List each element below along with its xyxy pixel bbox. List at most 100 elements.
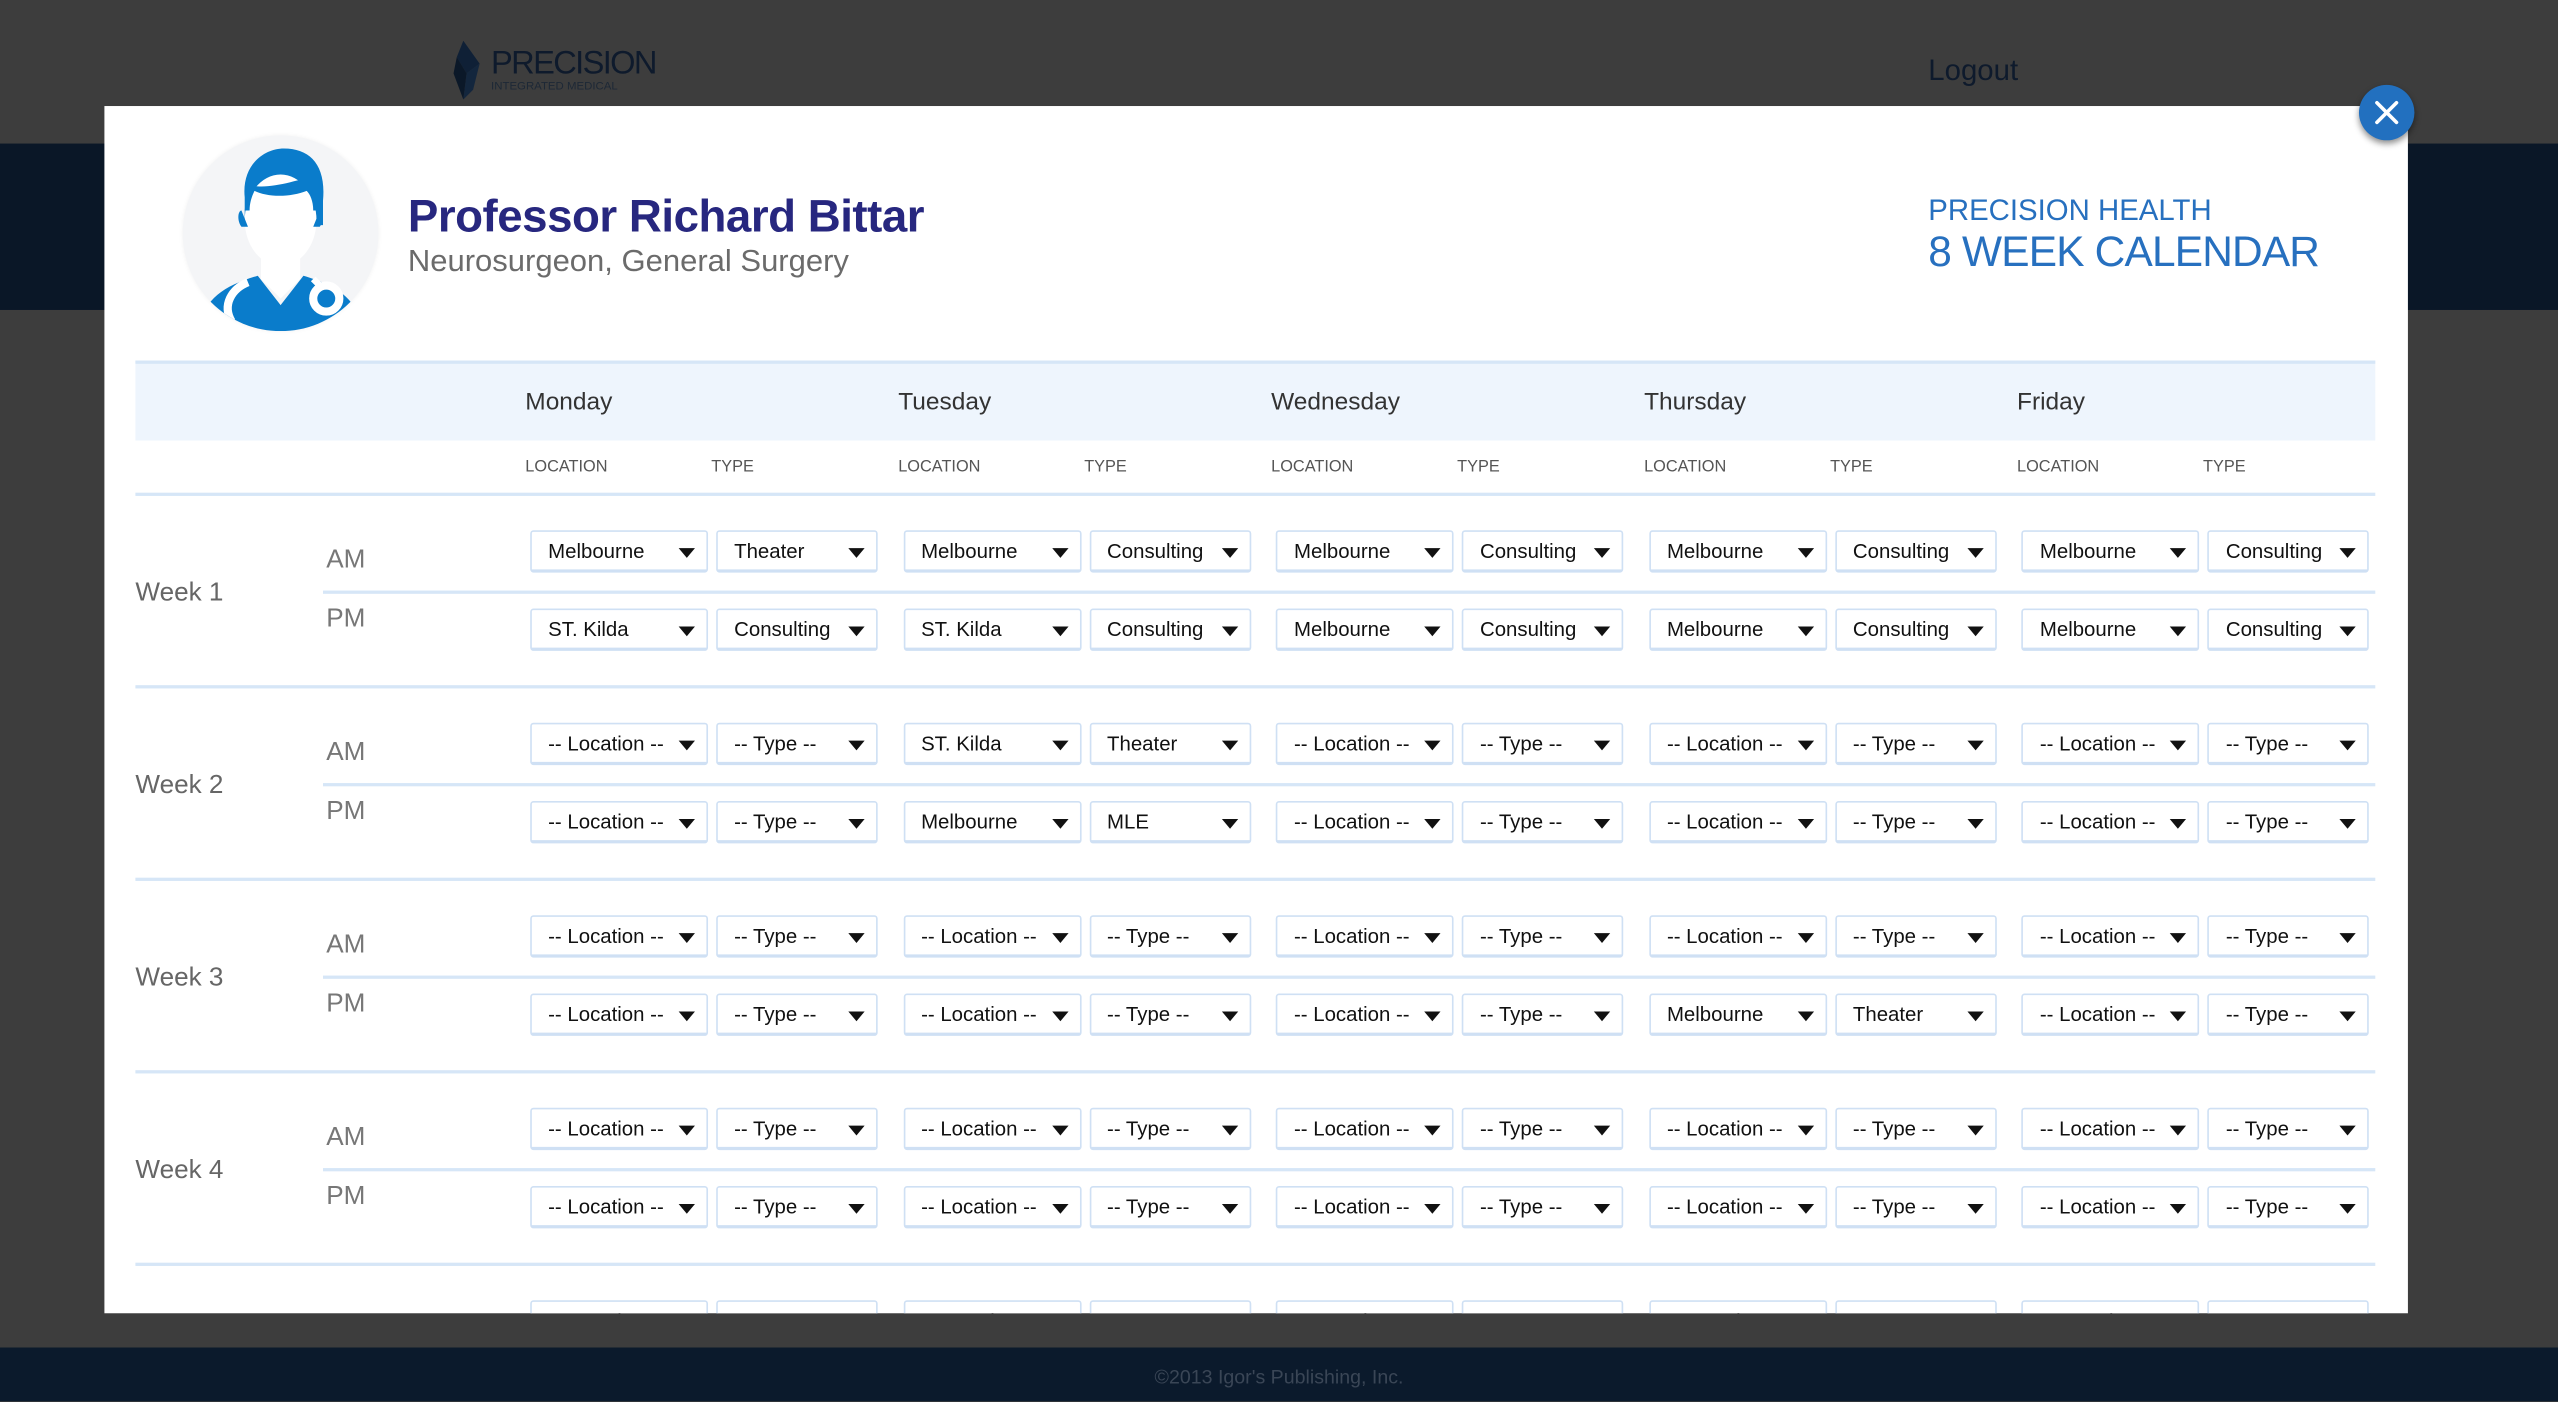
type-select[interactable]: Consulting	[1462, 530, 1624, 573]
location-select[interactable]: ST. Kilda	[530, 608, 709, 651]
location-select[interactable]: Melbourne	[530, 530, 709, 573]
type-select[interactable]: -- Type --	[1834, 1300, 1997, 1314]
location-select[interactable]: -- Location --	[1276, 1107, 1454, 1151]
caret-down-icon	[848, 818, 865, 829]
location-select[interactable]: -- Location --	[530, 915, 709, 958]
select-value: ST. Kilda	[921, 618, 1002, 642]
location-select[interactable]: -- Location --	[1648, 801, 1827, 844]
type-select[interactable]: -- Type --	[1834, 1107, 1997, 1151]
type-select[interactable]: -- Type --	[1462, 1107, 1624, 1151]
location-select[interactable]: -- Location --	[903, 1300, 1081, 1314]
location-select[interactable]: Melbourne	[1276, 530, 1454, 573]
type-select[interactable]: Consulting	[716, 608, 878, 651]
location-select[interactable]: -- Location --	[1648, 722, 1827, 766]
location-select[interactable]: -- Location --	[2021, 801, 2200, 844]
location-select[interactable]: -- Location --	[1276, 722, 1454, 766]
type-select[interactable]: Theater	[1834, 993, 1997, 1036]
location-select[interactable]: -- Location --	[1276, 1186, 1454, 1229]
location-select[interactable]: -- Location --	[2021, 1300, 2200, 1314]
caret-down-icon	[1051, 1125, 1068, 1136]
type-select[interactable]: -- Type --	[716, 801, 878, 844]
type-select[interactable]: -- Type --	[716, 1107, 878, 1151]
type-select[interactable]: -- Type --	[1834, 801, 1997, 844]
select-value: Consulting	[2225, 618, 2323, 642]
type-select[interactable]: Consulting	[1462, 608, 1624, 651]
location-select[interactable]: Melbourne	[1648, 608, 1827, 651]
close-modal-button[interactable]	[2358, 84, 2415, 141]
location-select[interactable]: -- Location --	[903, 1107, 1081, 1151]
type-select[interactable]: -- Type --	[1089, 915, 1251, 958]
type-select[interactable]: -- Type --	[1089, 1107, 1251, 1151]
location-select[interactable]: -- Location --	[1276, 915, 1454, 958]
location-select[interactable]: -- Location --	[2021, 722, 2200, 766]
type-select[interactable]: -- Type --	[1462, 915, 1624, 958]
location-select[interactable]: -- Location --	[2021, 915, 2200, 958]
type-select[interactable]: Consulting	[2207, 530, 2370, 573]
caret-down-icon	[848, 933, 865, 943]
location-select[interactable]: -- Location --	[2021, 1186, 2200, 1229]
type-select[interactable]: -- Type --	[2207, 915, 2370, 958]
select-value: Consulting	[1107, 539, 1204, 563]
location-select[interactable]: -- Location --	[530, 993, 709, 1036]
type-select[interactable]: -- Type --	[716, 1300, 878, 1314]
location-select[interactable]: -- Location --	[530, 1107, 709, 1151]
site-logo[interactable]: PRECISION INTEGRATED MEDICAL	[453, 39, 657, 101]
location-select[interactable]: -- Location --	[903, 1186, 1081, 1229]
location-select[interactable]: Melbourne	[1648, 530, 1827, 573]
location-select[interactable]: -- Location --	[2021, 1107, 2200, 1151]
location-select[interactable]: Melbourne	[1648, 993, 1827, 1036]
type-select[interactable]: -- Type --	[716, 722, 878, 766]
location-select[interactable]: -- Location --	[1276, 993, 1454, 1036]
location-select[interactable]: -- Location --	[1276, 1300, 1454, 1314]
type-select[interactable]: Consulting	[1089, 608, 1251, 651]
type-select[interactable]: -- Type --	[1462, 801, 1624, 844]
location-select[interactable]: -- Location --	[530, 722, 709, 766]
location-select[interactable]: -- Location --	[903, 993, 1081, 1036]
location-select[interactable]: -- Location --	[1648, 1186, 1827, 1229]
type-select[interactable]: Consulting	[1089, 530, 1251, 573]
type-select[interactable]: Consulting	[2207, 608, 2370, 651]
type-select[interactable]: -- Type --	[1089, 1186, 1251, 1229]
type-select[interactable]: -- Type --	[716, 993, 878, 1036]
type-select[interactable]: -- Type --	[1462, 993, 1624, 1036]
location-select[interactable]: ST. Kilda	[903, 722, 1081, 766]
type-select[interactable]: -- Type --	[2207, 801, 2370, 844]
location-select[interactable]: -- Location --	[530, 801, 709, 844]
location-select[interactable]: Melbourne	[903, 801, 1081, 844]
location-select[interactable]: -- Location --	[903, 915, 1081, 958]
type-select[interactable]: -- Type --	[716, 1186, 878, 1229]
type-select[interactable]: -- Type --	[1834, 1186, 1997, 1229]
type-select[interactable]: -- Type --	[2207, 993, 2370, 1036]
type-select[interactable]: -- Type --	[1462, 1300, 1624, 1314]
location-select[interactable]: -- Location --	[1276, 801, 1454, 844]
location-select[interactable]: Melbourne	[903, 530, 1081, 573]
location-select[interactable]: -- Location --	[1648, 1300, 1827, 1314]
location-select[interactable]: -- Location --	[530, 1300, 709, 1314]
location-select[interactable]: Melbourne	[1276, 608, 1454, 651]
location-select[interactable]: ST. Kilda	[903, 608, 1081, 651]
type-select[interactable]: -- Type --	[1089, 993, 1251, 1036]
type-select[interactable]: -- Type --	[2207, 1300, 2370, 1314]
type-select[interactable]: Consulting	[1834, 530, 1997, 573]
type-select[interactable]: -- Type --	[1834, 915, 1997, 958]
type-select[interactable]: -- Type --	[1089, 1300, 1251, 1314]
type-select[interactable]: Consulting	[1834, 608, 1997, 651]
location-select[interactable]: -- Location --	[1648, 915, 1827, 958]
type-select[interactable]: -- Type --	[716, 915, 878, 958]
location-select[interactable]: Melbourne	[2021, 530, 2200, 573]
type-select[interactable]: -- Type --	[2207, 1107, 2370, 1151]
location-select[interactable]: -- Location --	[2021, 993, 2200, 1036]
type-select[interactable]: -- Type --	[2207, 722, 2370, 766]
type-select[interactable]: Theater	[716, 530, 878, 573]
type-select[interactable]: -- Type --	[1462, 722, 1624, 766]
select-value: -- Type --	[1480, 1310, 1562, 1313]
location-select[interactable]: Melbourne	[2021, 608, 2200, 651]
location-select[interactable]: -- Location --	[1648, 1107, 1827, 1151]
type-select[interactable]: -- Type --	[1462, 1186, 1624, 1229]
location-select[interactable]: -- Location --	[530, 1186, 709, 1229]
type-select[interactable]: -- Type --	[1834, 722, 1997, 766]
logout-link[interactable]: Logout	[1928, 54, 2018, 88]
type-select[interactable]: MLE	[1089, 801, 1251, 844]
type-select[interactable]: Theater	[1089, 722, 1251, 766]
type-select[interactable]: -- Type --	[2207, 1186, 2370, 1229]
